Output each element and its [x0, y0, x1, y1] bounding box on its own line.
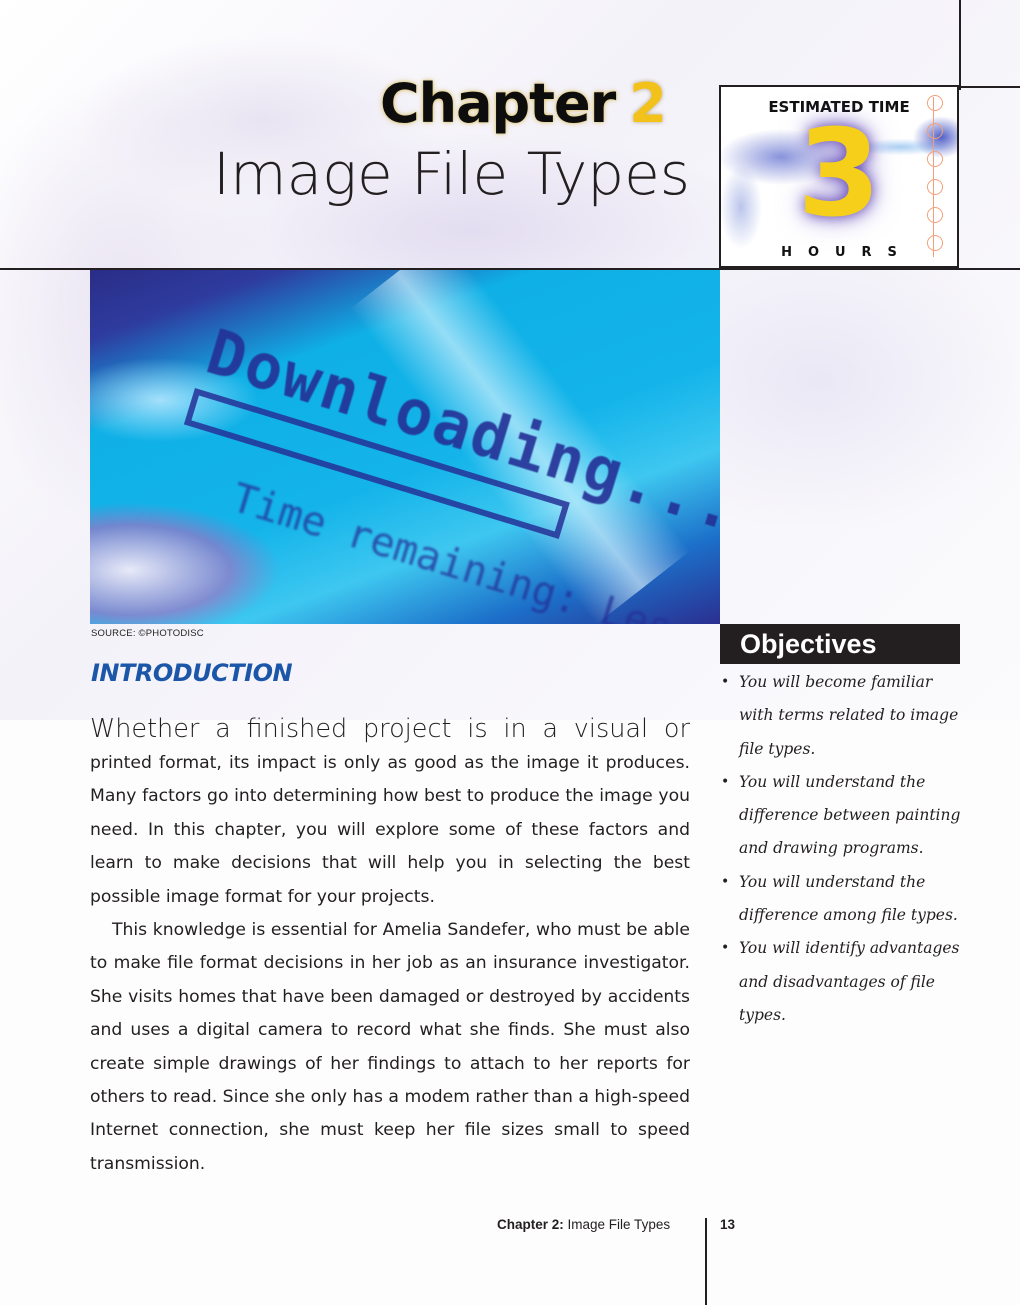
chapter-label-text: Chapter	[380, 72, 616, 135]
running-footer: Chapter 2: Image File Types	[497, 1217, 670, 1232]
bullet-icon: •	[721, 773, 730, 790]
introduction-heading: INTRODUCTION	[91, 659, 293, 687]
footer-chapter-label: Chapter 2:	[497, 1217, 564, 1232]
objectives-heading: Objectives	[720, 624, 960, 664]
page-number: 13	[720, 1217, 736, 1232]
objective-text: You will identify advantages and disadva…	[739, 939, 960, 1024]
footer-chapter-title: Image File Types	[567, 1217, 671, 1232]
introduction-body: Whether a finished project is in a visua…	[90, 713, 690, 1181]
objectives-list: • You will become familiar with terms rel…	[720, 666, 970, 1032]
bullet-icon: •	[721, 674, 730, 690]
objective-text: You will understand the difference betwe…	[739, 772, 961, 858]
objective-text: You will become familiar with terms rela…	[739, 673, 959, 758]
header-rule-vertical-top	[959, 0, 961, 90]
objective-item: • You will identify advantages and disadv…	[720, 932, 970, 1032]
introduction-lead-line: Whether a finished project is in a visua…	[90, 714, 690, 744]
downloading-photo: Downloading... Time remaining: Less than	[90, 270, 720, 624]
objective-item: • You will understand the difference amon…	[720, 866, 970, 933]
chapter-title: Image File Types	[213, 140, 690, 208]
estimated-time-box: ESTIMATED TIME 3 HOURS	[719, 85, 959, 268]
estimated-time-value: 3	[797, 105, 881, 244]
photo-credit: SOURCE: ©PHOTODISC	[91, 628, 204, 639]
bullet-icon: •	[721, 873, 730, 890]
estimated-time-unit: HOURS	[781, 245, 913, 260]
chapter-number: 2	[629, 72, 667, 135]
footer-rule-vertical	[705, 1218, 707, 1305]
introduction-paragraph-2: This knowledge is essential for Amelia S…	[90, 920, 690, 1174]
bullet-icon: •	[721, 940, 730, 957]
objective-text: You will understand the difference among…	[739, 872, 958, 925]
objective-item: • You will understand the difference betw…	[720, 766, 970, 866]
introduction-paragraph-1: printed format, its impact is only as go…	[90, 753, 690, 907]
objective-item: • You will become familiar with terms rel…	[720, 666, 970, 766]
chapter-label: Chapter 2	[380, 72, 667, 135]
